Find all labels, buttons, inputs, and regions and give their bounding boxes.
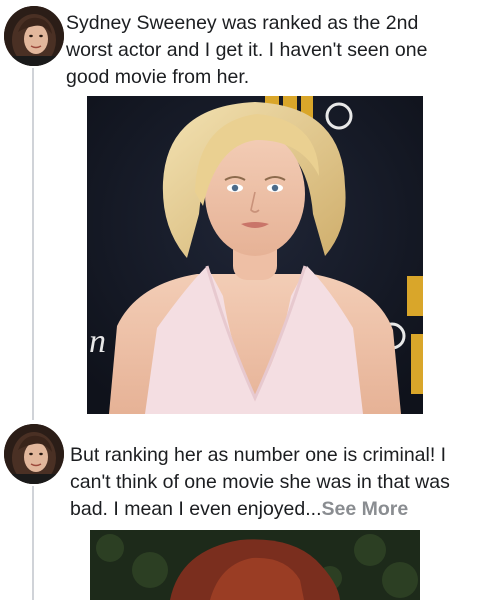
post-text: But ranking her as number one is crimina… [70,442,475,523]
see-more-link[interactable]: See More [322,498,409,520]
svg-text:n: n [89,323,106,360]
thread-line [32,486,34,600]
thread-line [32,68,34,420]
post-text: Sydney Sweeney was ranked as the 2nd wor… [66,12,428,88]
avatar[interactable] [4,6,64,66]
post-photo[interactable] [90,530,420,600]
avatar[interactable] [4,424,64,484]
post-photo[interactable]: n [87,96,423,414]
